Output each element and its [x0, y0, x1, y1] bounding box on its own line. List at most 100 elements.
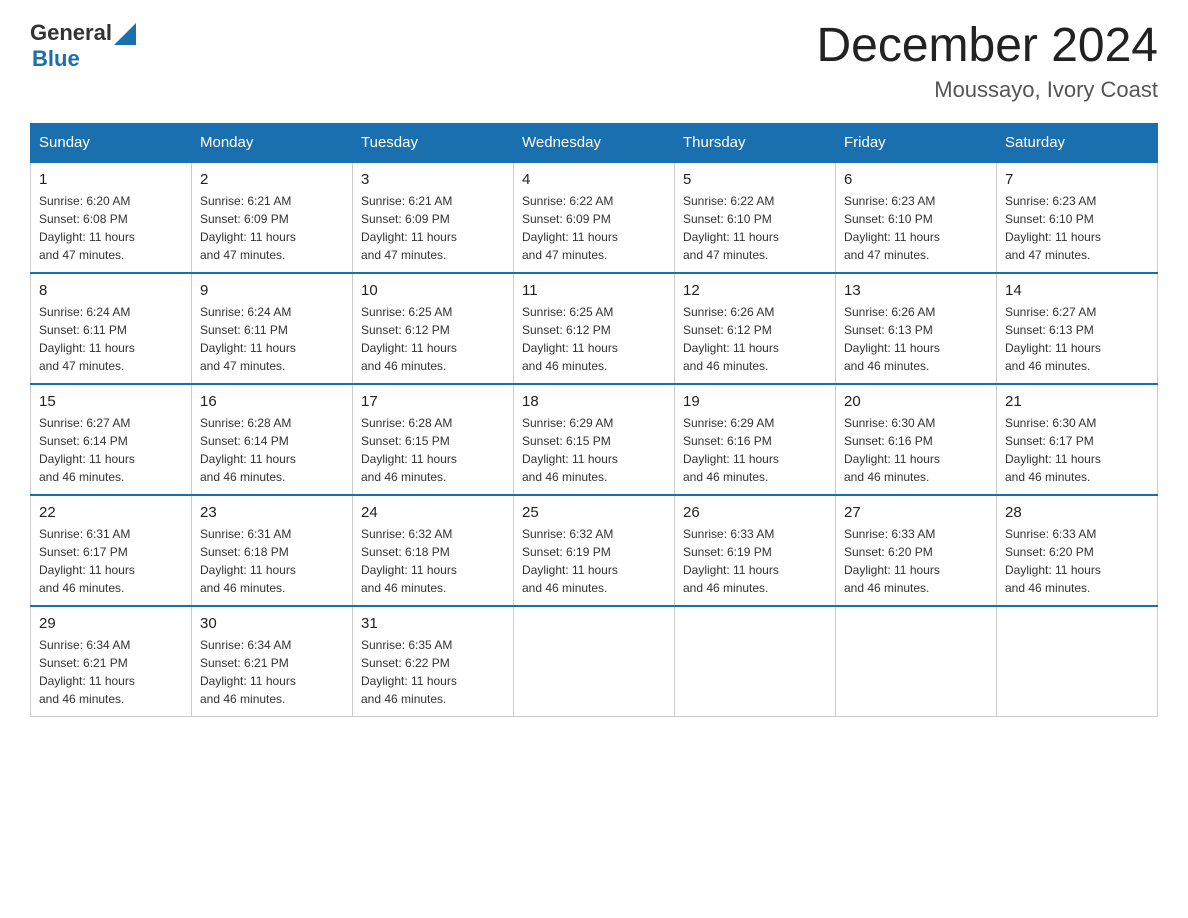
header-friday: Friday: [836, 123, 997, 162]
day-number: 15: [39, 393, 183, 410]
day-number: 22: [39, 504, 183, 521]
calendar-cell: 4 Sunrise: 6:22 AMSunset: 6:09 PMDayligh…: [514, 162, 675, 273]
logo-general-text: General: [30, 20, 112, 46]
calendar-cell: [675, 606, 836, 717]
day-info: Sunrise: 6:26 AMSunset: 6:13 PMDaylight:…: [844, 303, 988, 375]
day-number: 8: [39, 282, 183, 299]
calendar-cell: 22 Sunrise: 6:31 AMSunset: 6:17 PMDaylig…: [31, 495, 192, 606]
location-subtitle: Moussayo, Ivory Coast: [816, 77, 1158, 103]
calendar-cell: 9 Sunrise: 6:24 AMSunset: 6:11 PMDayligh…: [192, 273, 353, 384]
day-info: Sunrise: 6:25 AMSunset: 6:12 PMDaylight:…: [361, 303, 505, 375]
calendar-cell: 21 Sunrise: 6:30 AMSunset: 6:17 PMDaylig…: [997, 384, 1158, 495]
day-info: Sunrise: 6:33 AMSunset: 6:20 PMDaylight:…: [1005, 525, 1149, 597]
calendar-cell: [514, 606, 675, 717]
calendar-cell: 19 Sunrise: 6:29 AMSunset: 6:16 PMDaylig…: [675, 384, 836, 495]
calendar-week-row: 1 Sunrise: 6:20 AMSunset: 6:08 PMDayligh…: [31, 162, 1158, 273]
day-number: 11: [522, 282, 666, 299]
calendar-week-row: 29 Sunrise: 6:34 AMSunset: 6:21 PMDaylig…: [31, 606, 1158, 717]
day-info: Sunrise: 6:28 AMSunset: 6:14 PMDaylight:…: [200, 414, 344, 486]
calendar-cell: 20 Sunrise: 6:30 AMSunset: 6:16 PMDaylig…: [836, 384, 997, 495]
day-number: 3: [361, 171, 505, 188]
header-tuesday: Tuesday: [353, 123, 514, 162]
day-number: 7: [1005, 171, 1149, 188]
calendar-table: SundayMondayTuesdayWednesdayThursdayFrid…: [30, 123, 1158, 717]
logo: General Blue: [30, 20, 136, 72]
calendar-cell: 18 Sunrise: 6:29 AMSunset: 6:15 PMDaylig…: [514, 384, 675, 495]
calendar-cell: 10 Sunrise: 6:25 AMSunset: 6:12 PMDaylig…: [353, 273, 514, 384]
day-info: Sunrise: 6:22 AMSunset: 6:10 PMDaylight:…: [683, 192, 827, 264]
day-number: 17: [361, 393, 505, 410]
calendar-cell: [836, 606, 997, 717]
day-number: 9: [200, 282, 344, 299]
day-info: Sunrise: 6:30 AMSunset: 6:17 PMDaylight:…: [1005, 414, 1149, 486]
calendar-cell: 8 Sunrise: 6:24 AMSunset: 6:11 PMDayligh…: [31, 273, 192, 384]
day-info: Sunrise: 6:27 AMSunset: 6:13 PMDaylight:…: [1005, 303, 1149, 375]
day-info: Sunrise: 6:21 AMSunset: 6:09 PMDaylight:…: [361, 192, 505, 264]
calendar-cell: 15 Sunrise: 6:27 AMSunset: 6:14 PMDaylig…: [31, 384, 192, 495]
header-wednesday: Wednesday: [514, 123, 675, 162]
day-number: 24: [361, 504, 505, 521]
calendar-cell: 12 Sunrise: 6:26 AMSunset: 6:12 PMDaylig…: [675, 273, 836, 384]
day-number: 27: [844, 504, 988, 521]
month-title: December 2024: [816, 20, 1158, 73]
calendar-cell: 7 Sunrise: 6:23 AMSunset: 6:10 PMDayligh…: [997, 162, 1158, 273]
header-saturday: Saturday: [997, 123, 1158, 162]
calendar-cell: 11 Sunrise: 6:25 AMSunset: 6:12 PMDaylig…: [514, 273, 675, 384]
calendar-week-row: 22 Sunrise: 6:31 AMSunset: 6:17 PMDaylig…: [31, 495, 1158, 606]
day-number: 20: [844, 393, 988, 410]
day-info: Sunrise: 6:31 AMSunset: 6:18 PMDaylight:…: [200, 525, 344, 597]
day-number: 12: [683, 282, 827, 299]
day-number: 5: [683, 171, 827, 188]
day-info: Sunrise: 6:23 AMSunset: 6:10 PMDaylight:…: [1005, 192, 1149, 264]
day-number: 28: [1005, 504, 1149, 521]
day-number: 16: [200, 393, 344, 410]
day-number: 13: [844, 282, 988, 299]
calendar-cell: [997, 606, 1158, 717]
day-info: Sunrise: 6:31 AMSunset: 6:17 PMDaylight:…: [39, 525, 183, 597]
day-info: Sunrise: 6:21 AMSunset: 6:09 PMDaylight:…: [200, 192, 344, 264]
day-info: Sunrise: 6:24 AMSunset: 6:11 PMDaylight:…: [39, 303, 183, 375]
day-info: Sunrise: 6:29 AMSunset: 6:16 PMDaylight:…: [683, 414, 827, 486]
day-info: Sunrise: 6:34 AMSunset: 6:21 PMDaylight:…: [39, 636, 183, 708]
calendar-cell: 13 Sunrise: 6:26 AMSunset: 6:13 PMDaylig…: [836, 273, 997, 384]
calendar-week-row: 15 Sunrise: 6:27 AMSunset: 6:14 PMDaylig…: [31, 384, 1158, 495]
day-info: Sunrise: 6:22 AMSunset: 6:09 PMDaylight:…: [522, 192, 666, 264]
calendar-cell: 25 Sunrise: 6:32 AMSunset: 6:19 PMDaylig…: [514, 495, 675, 606]
calendar-cell: 3 Sunrise: 6:21 AMSunset: 6:09 PMDayligh…: [353, 162, 514, 273]
day-number: 30: [200, 615, 344, 632]
calendar-cell: 5 Sunrise: 6:22 AMSunset: 6:10 PMDayligh…: [675, 162, 836, 273]
header-thursday: Thursday: [675, 123, 836, 162]
day-number: 23: [200, 504, 344, 521]
calendar-cell: 16 Sunrise: 6:28 AMSunset: 6:14 PMDaylig…: [192, 384, 353, 495]
day-info: Sunrise: 6:32 AMSunset: 6:19 PMDaylight:…: [522, 525, 666, 597]
day-number: 19: [683, 393, 827, 410]
day-number: 31: [361, 615, 505, 632]
day-info: Sunrise: 6:20 AMSunset: 6:08 PMDaylight:…: [39, 192, 183, 264]
calendar-week-row: 8 Sunrise: 6:24 AMSunset: 6:11 PMDayligh…: [31, 273, 1158, 384]
day-number: 29: [39, 615, 183, 632]
day-number: 6: [844, 171, 988, 188]
logo-triangle-icon: [114, 23, 136, 45]
title-block: December 2024 Moussayo, Ivory Coast: [816, 20, 1158, 103]
day-number: 2: [200, 171, 344, 188]
calendar-cell: 31 Sunrise: 6:35 AMSunset: 6:22 PMDaylig…: [353, 606, 514, 717]
day-number: 26: [683, 504, 827, 521]
calendar-header-row: SundayMondayTuesdayWednesdayThursdayFrid…: [31, 123, 1158, 162]
calendar-cell: 6 Sunrise: 6:23 AMSunset: 6:10 PMDayligh…: [836, 162, 997, 273]
day-number: 14: [1005, 282, 1149, 299]
logo-blue-text: Blue: [32, 46, 80, 72]
calendar-cell: 17 Sunrise: 6:28 AMSunset: 6:15 PMDaylig…: [353, 384, 514, 495]
calendar-cell: 1 Sunrise: 6:20 AMSunset: 6:08 PMDayligh…: [31, 162, 192, 273]
day-info: Sunrise: 6:33 AMSunset: 6:20 PMDaylight:…: [844, 525, 988, 597]
day-number: 4: [522, 171, 666, 188]
calendar-cell: 27 Sunrise: 6:33 AMSunset: 6:20 PMDaylig…: [836, 495, 997, 606]
day-info: Sunrise: 6:30 AMSunset: 6:16 PMDaylight:…: [844, 414, 988, 486]
day-info: Sunrise: 6:28 AMSunset: 6:15 PMDaylight:…: [361, 414, 505, 486]
day-number: 10: [361, 282, 505, 299]
day-info: Sunrise: 6:34 AMSunset: 6:21 PMDaylight:…: [200, 636, 344, 708]
day-info: Sunrise: 6:32 AMSunset: 6:18 PMDaylight:…: [361, 525, 505, 597]
day-info: Sunrise: 6:35 AMSunset: 6:22 PMDaylight:…: [361, 636, 505, 708]
day-info: Sunrise: 6:25 AMSunset: 6:12 PMDaylight:…: [522, 303, 666, 375]
day-info: Sunrise: 6:24 AMSunset: 6:11 PMDaylight:…: [200, 303, 344, 375]
day-info: Sunrise: 6:29 AMSunset: 6:15 PMDaylight:…: [522, 414, 666, 486]
